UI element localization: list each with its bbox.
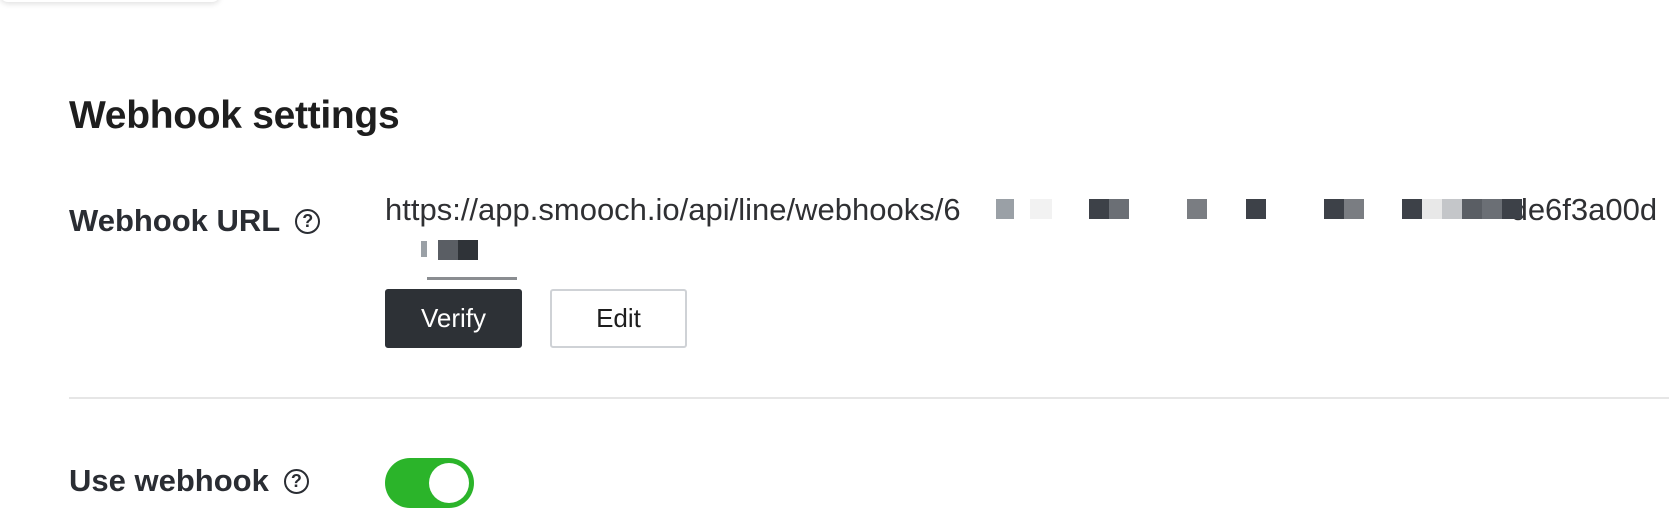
webhook-url-text-end: de6f3a0 [1510, 192, 1623, 227]
webhook-url-label-group: Webhook URL ? [69, 203, 321, 239]
use-webhook-toggle[interactable] [385, 458, 474, 508]
webhook-url-actions: Verify Edit [385, 289, 687, 348]
section-title: Webhook settings [69, 94, 400, 137]
question-circle-icon[interactable]: ? [295, 208, 321, 234]
use-webhook-label: Use webhook [69, 463, 269, 498]
webhook-url-text-start: https://app.smooch.io/api/line/webhooks/… [385, 192, 961, 227]
use-webhook-label-group: Use webhook ? [69, 463, 309, 499]
section-divider [69, 397, 1669, 399]
webhook-settings-page: Webhook settings Webhook URL ? https://a… [0, 0, 1680, 528]
edit-button[interactable]: Edit [550, 289, 687, 348]
toggle-knob [429, 463, 469, 503]
question-circle-icon[interactable]: ? [283, 468, 309, 494]
top-card-edge [0, 0, 220, 2]
webhook-url-label: Webhook URL [69, 203, 281, 238]
verify-button[interactable]: Verify [385, 289, 522, 348]
webhook-url-text-line2: 0d [1622, 192, 1658, 227]
